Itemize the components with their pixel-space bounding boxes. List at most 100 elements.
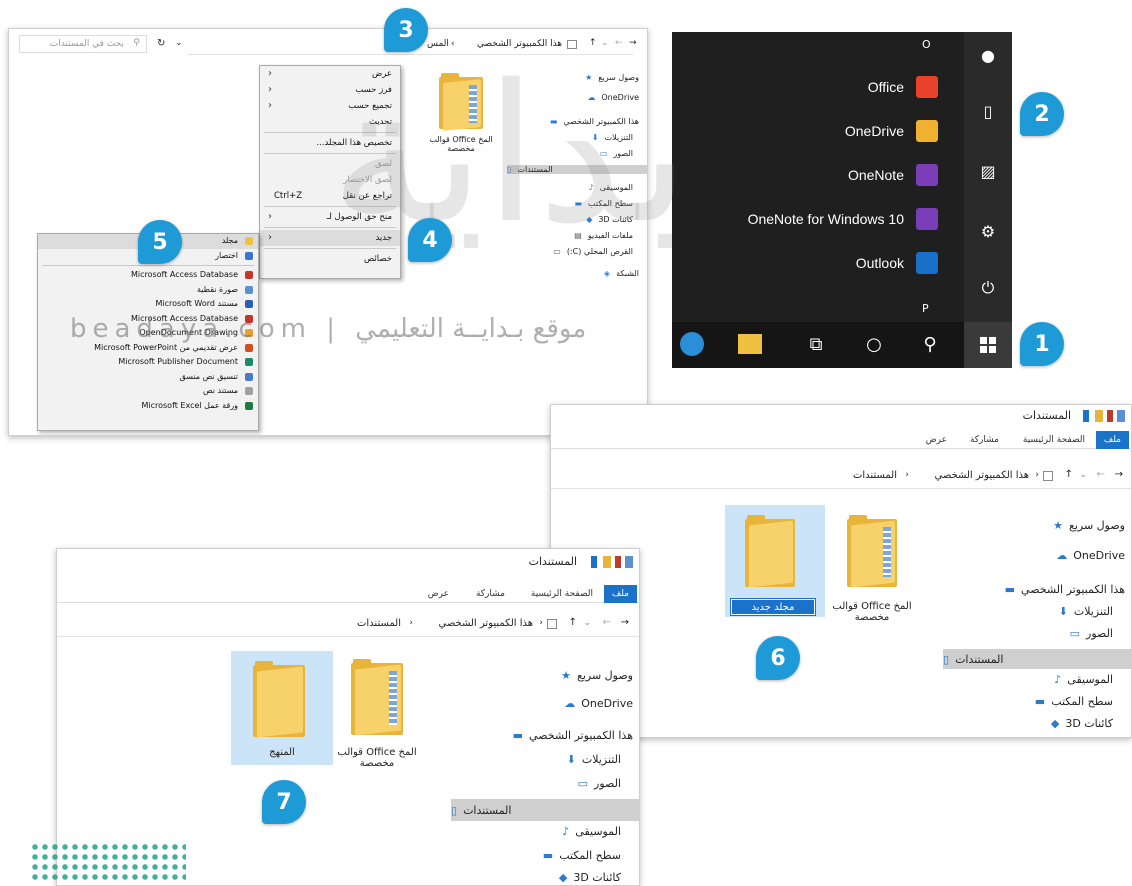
text-file-icon bbox=[245, 387, 253, 395]
menu-separator bbox=[42, 265, 254, 266]
back-arrow-icon[interactable]: → bbox=[621, 617, 629, 628]
explorer-window-renamed: المستندات ملف الصفحة الرئيسية مشاركة عرض… bbox=[56, 548, 640, 886]
title-bar: المستندات bbox=[551, 405, 1131, 427]
app-outlook-label: Outlook bbox=[855, 255, 904, 271]
templates-folder[interactable] bbox=[351, 659, 403, 736]
up-arrow-icon[interactable]: ↑ bbox=[569, 617, 577, 628]
document-icon[interactable]: ▯ bbox=[974, 102, 1002, 121]
star-icon: ★ bbox=[1053, 519, 1063, 532]
start-button[interactable] bbox=[964, 322, 1012, 368]
section-letter-o: O bbox=[922, 38, 931, 51]
search-input[interactable]: بحث في المستندات bbox=[50, 39, 124, 49]
nav-onedrive[interactable]: ☁ OneDrive bbox=[564, 697, 633, 710]
curriculum-folder[interactable] bbox=[253, 661, 305, 738]
nav-documents[interactable]: ▯ المستندات bbox=[943, 649, 1131, 669]
address-dropdown-icon[interactable]: ⌄ bbox=[175, 38, 183, 48]
breadcrumb-documents[interactable]: المستندات bbox=[853, 470, 897, 481]
nav-pictures[interactable]: ▭ الصور bbox=[1070, 627, 1113, 640]
breadcrumb-pc[interactable]: هذا الكمبيوتر الشخصي bbox=[439, 618, 534, 629]
nav-music[interactable]: ♪ الموسيقى bbox=[1054, 673, 1113, 686]
breadcrumb-separator: › bbox=[905, 470, 909, 480]
tab-view[interactable]: عرض bbox=[918, 431, 955, 449]
up-arrow-icon[interactable]: ↑ bbox=[1065, 469, 1073, 480]
watermark-url: beadaya.com | موقع بـدايــة التعليمي bbox=[70, 314, 587, 344]
watermark-logo: بداية bbox=[329, 44, 691, 265]
quick-access-toolbar-icons[interactable] bbox=[1075, 410, 1125, 422]
pictures-icon[interactable]: ▨ bbox=[974, 162, 1002, 181]
submenu-item-bitmap[interactable]: صورة نقطية bbox=[38, 283, 258, 298]
tab-home[interactable]: الصفحة الرئيسية bbox=[523, 585, 601, 603]
task-view-icon[interactable]: ⧉ bbox=[804, 332, 828, 356]
edge-icon[interactable] bbox=[680, 332, 704, 356]
refresh-icon[interactable]: ↻ bbox=[157, 38, 165, 49]
submenu-item-publisher[interactable]: Microsoft Publisher Document bbox=[38, 355, 258, 370]
cube-icon: ◆ bbox=[558, 871, 568, 884]
step-marker-2: 2 bbox=[1020, 92, 1064, 136]
nav-documents[interactable]: ▯ المستندات bbox=[451, 799, 639, 821]
address-row: → ← ⌄ ↑ › هذا الكمبيوتر الشخصي › المستند… bbox=[551, 465, 1131, 489]
new-folder[interactable] bbox=[745, 515, 795, 588]
taskbar bbox=[672, 322, 1012, 368]
pictures-icon: ▭ bbox=[1069, 627, 1081, 640]
nav-quick-access[interactable]: ★ وصول سريع bbox=[1053, 519, 1125, 532]
nav-this-pc[interactable]: ▬ هذا الكمبيوتر الشخصي bbox=[513, 729, 633, 742]
history-dropdown-icon[interactable]: ⌄ bbox=[1079, 470, 1087, 480]
tab-share[interactable]: مشاركة bbox=[468, 585, 513, 603]
search-icon: ⚲ bbox=[133, 38, 140, 48]
cortana-icon[interactable]: ○ bbox=[862, 332, 886, 356]
file-explorer-icon[interactable] bbox=[738, 334, 762, 354]
ministry-logo bbox=[30, 842, 186, 882]
nav-downloads[interactable]: ⬇ التنزيلات bbox=[1059, 605, 1113, 618]
section-letter-p: P bbox=[922, 302, 929, 315]
history-dropdown-icon[interactable]: ⌄ bbox=[583, 618, 591, 628]
tab-view[interactable]: عرض bbox=[420, 585, 457, 603]
pictures-icon: ▭ bbox=[577, 777, 589, 790]
nav-downloads[interactable]: ⬇ التنزيلات bbox=[567, 753, 621, 766]
templates-folder-label: المخ Office قوالب مخصصة bbox=[337, 747, 417, 769]
user-icon[interactable]: ● bbox=[974, 46, 1002, 65]
tab-home[interactable]: الصفحة الرئيسية bbox=[1015, 431, 1093, 449]
tab-file[interactable]: ملف bbox=[1095, 431, 1129, 449]
submenu-item-access[interactable]: Microsoft Access Database bbox=[38, 268, 258, 283]
tab-file[interactable]: ملف bbox=[603, 585, 637, 603]
network-icon: ◈ bbox=[603, 269, 611, 278]
forward-arrow-icon[interactable]: ← bbox=[603, 617, 611, 628]
search-icon[interactable]: ⚲ bbox=[918, 332, 942, 356]
settings-icon[interactable]: ⚙ bbox=[974, 222, 1002, 241]
nav-desktop[interactable]: ▬ سطح المكتب bbox=[1035, 695, 1113, 708]
document-stack-icon bbox=[883, 527, 891, 577]
breadcrumb-documents[interactable]: المستندات bbox=[357, 618, 401, 629]
templates-folder[interactable] bbox=[847, 515, 897, 588]
tab-share[interactable]: مشاركة bbox=[962, 431, 1007, 449]
nav-3d-objects[interactable]: ◆ كائنات 3D bbox=[1051, 717, 1113, 730]
music-icon: ♪ bbox=[562, 825, 570, 838]
submenu-item-word[interactable]: مستند Microsoft Word bbox=[38, 297, 258, 312]
quick-access-toolbar-icons[interactable] bbox=[583, 556, 633, 568]
nav-pane: ★ وصول سريع ☁ OneDrive ▬ هذا الكمبيوتر الشخ… bbox=[943, 505, 1131, 737]
submenu-item-text[interactable]: مستند نص bbox=[38, 384, 258, 399]
submenu-item-rtf[interactable]: تنسيق نص منسق bbox=[38, 370, 258, 385]
nav-3d-objects[interactable]: ◆ كائنات 3D bbox=[559, 871, 621, 884]
nav-network[interactable]: ◈ الشبكة bbox=[604, 269, 639, 278]
nav-quick-access[interactable]: ★ وصول سريع bbox=[561, 669, 633, 682]
forward-arrow-icon[interactable]: ← bbox=[1097, 469, 1105, 480]
back-arrow-icon[interactable]: → bbox=[1115, 469, 1123, 480]
submenu-item-excel[interactable]: ورقة عمل Microsoft Excel bbox=[38, 399, 258, 414]
outlook-icon[interactable] bbox=[916, 252, 938, 274]
nav-pictures[interactable]: ▭ الصور bbox=[578, 777, 621, 790]
nav-this-pc[interactable]: ▬ هذا الكمبيوتر الشخصي bbox=[1005, 583, 1125, 596]
document-stack-icon bbox=[389, 671, 397, 725]
nav-pane: ★ وصول سريع ☁ OneDrive ▬ هذا الكمبيوتر الشخ… bbox=[451, 655, 639, 885]
music-icon: ♪ bbox=[1054, 673, 1062, 686]
nav-desktop[interactable]: ▬ سطح المكتب bbox=[543, 849, 621, 862]
power-icon[interactable]: ⏻ bbox=[974, 278, 1002, 298]
rename-input[interactable]: مجلد جديد bbox=[730, 598, 816, 616]
ribbon-tabs: ملف الصفحة الرئيسية مشاركة عرض bbox=[551, 431, 1131, 449]
desktop-icon: ▬ bbox=[1034, 695, 1046, 708]
breadcrumb-pc[interactable]: هذا الكمبيوتر الشخصي bbox=[935, 470, 1030, 481]
nav-onedrive[interactable]: ☁ OneDrive bbox=[1056, 549, 1125, 562]
step-marker-3: 3 bbox=[384, 8, 428, 52]
nav-music[interactable]: ♪ الموسيقى bbox=[562, 825, 621, 838]
pc-icon bbox=[1043, 471, 1053, 481]
search-box[interactable]: بحث في المستندات ⚲ bbox=[19, 35, 147, 53]
